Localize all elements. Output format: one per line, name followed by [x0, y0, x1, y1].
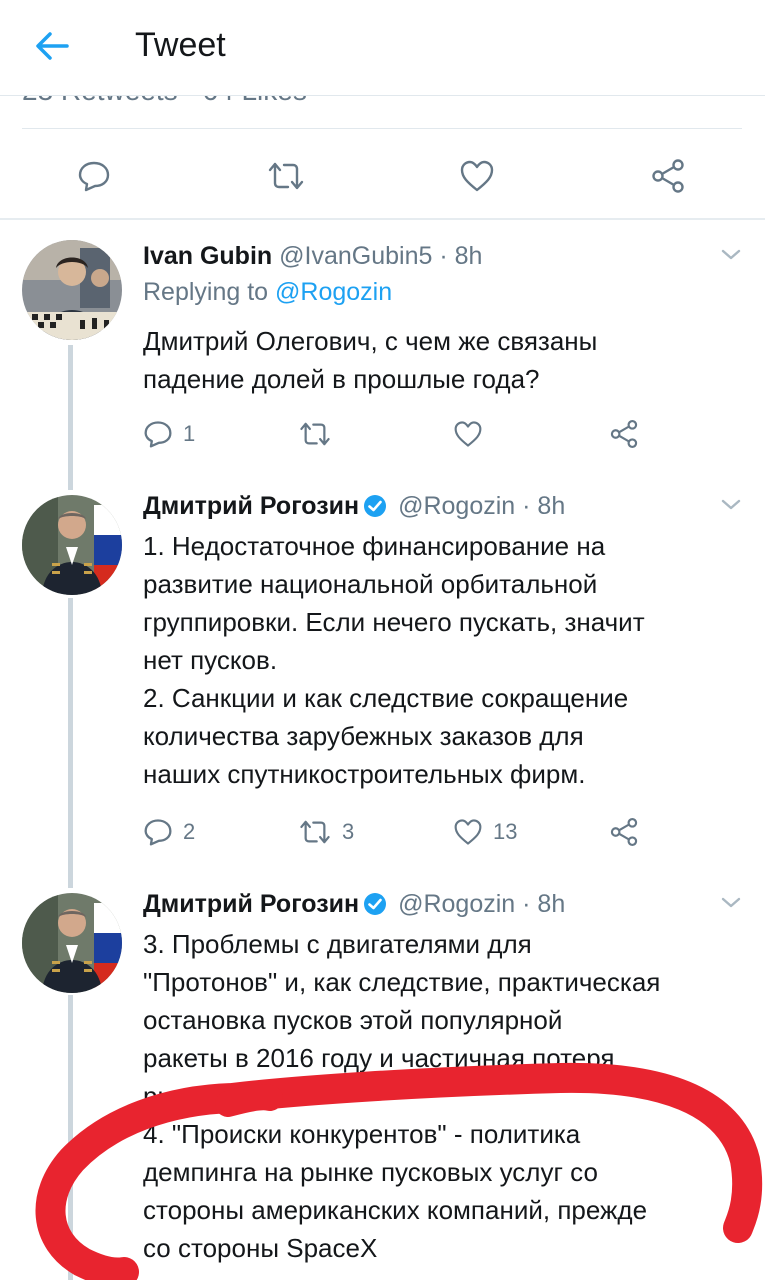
handle[interactable]: @IvanGubin5 — [279, 242, 432, 270]
like-button[interactable]: 13 — [453, 814, 517, 850]
reply-count: 2 — [183, 819, 196, 844]
tweet-text: 3. Проблемы с двигателями для "Протонов"… — [143, 925, 743, 1267]
divider — [22, 128, 742, 129]
reply-icon[interactable] — [68, 150, 120, 202]
tweet-text: 1. Недостаточное финансирование на разви… — [143, 527, 743, 793]
retweet-count: 3 — [342, 819, 355, 844]
tweet-text-line: 2. Санкции и как следствие сокращение — [143, 683, 629, 713]
replying-to: Replying to @Rogozin — [143, 278, 392, 307]
tweet-text-line: рынка. — [143, 1081, 225, 1111]
retweet-button[interactable] — [298, 416, 342, 452]
thread-line — [68, 345, 73, 490]
tweet-text-line: 1. Недостаточное финансирование на — [143, 531, 606, 561]
display-name[interactable]: Ivan Gubin — [143, 242, 272, 270]
like-icon[interactable] — [451, 150, 503, 202]
retweet-icon[interactable] — [260, 150, 312, 202]
tweet-text-line: остановка пусков этой популярной — [143, 1005, 563, 1035]
tweet-text-line: ракеты в 2016 году и частичная потеря — [143, 1043, 615, 1073]
main-tweet-actions — [0, 150, 765, 202]
top-bar: Tweet — [0, 0, 765, 96]
tweet-actions: 1 — [143, 416, 663, 452]
share-button[interactable] — [609, 416, 639, 452]
tweet-text-line: стороны американских компаний, прежде — [143, 1195, 648, 1225]
like-button[interactable] — [453, 416, 493, 452]
tweet-header: Ivan Gubin @IvanGubin5 · 8h — [143, 240, 482, 272]
tweet-header: Дмитрий Рогозин @Rogozin · 8h — [143, 888, 565, 924]
mention-link[interactable]: @Rogozin — [275, 278, 392, 306]
verified-badge-icon — [363, 892, 387, 924]
timestamp[interactable]: 8h — [537, 890, 565, 918]
tweet-text-line: группировки. Если нечего пускать, значит — [143, 607, 645, 637]
avatar[interactable] — [22, 893, 122, 993]
chevron-down-icon[interactable] — [719, 242, 743, 266]
separator: · — [522, 890, 531, 918]
separator: · — [439, 242, 448, 270]
handle[interactable]: @Rogozin — [398, 492, 515, 520]
back-arrow-icon[interactable] — [30, 24, 74, 68]
tweet-text-line: наших спутникостроительных фирм. — [143, 759, 586, 789]
tweet-text-line: 3. Проблемы с двигателями для — [143, 929, 532, 959]
tweet-text-line: "Протонов" и, как следствие, практическа… — [143, 967, 661, 997]
thread-line — [68, 995, 73, 1280]
reply-button[interactable]: 1 — [143, 416, 195, 452]
reply-count: 1 — [183, 421, 196, 446]
reply-button[interactable]: 2 — [143, 814, 195, 850]
timestamp[interactable]: 8h — [537, 492, 565, 520]
tweet-text-line: количества зарубежных заказов для — [143, 721, 584, 751]
chevron-down-icon[interactable] — [719, 492, 743, 516]
handle[interactable]: @Rogozin — [398, 890, 515, 918]
retweet-button[interactable]: 3 — [298, 814, 354, 850]
tweet-text-line: развитие национальной орбитальной — [143, 569, 598, 599]
tweet-text-line: со стороны SpaceX — [143, 1233, 378, 1263]
tweet-text: Дмитрий Олегович, с чем же связаны паден… — [143, 322, 743, 398]
thread-line — [68, 598, 73, 888]
share-button[interactable] — [609, 814, 639, 850]
tweet-text-line: 4. "Происки конкурентов" - политика — [143, 1119, 581, 1149]
tweet-actions: 2 3 13 — [143, 814, 663, 850]
tweet-text-line: Дмитрий Олегович, с чем же связаны — [143, 326, 598, 356]
tweet-text-line: падение долей в прошлые года? — [143, 364, 540, 394]
chevron-down-icon[interactable] — [719, 890, 743, 914]
share-icon[interactable] — [642, 150, 694, 202]
page-title: Tweet — [135, 26, 226, 64]
separator: · — [522, 492, 531, 520]
display-name[interactable]: Дмитрий Рогозин — [143, 492, 359, 520]
avatar[interactable] — [22, 240, 122, 340]
tweet-header: Дмитрий Рогозин @Rogozin · 8h — [143, 490, 565, 526]
like-count: 13 — [493, 819, 518, 844]
replying-prefix: Replying to — [143, 278, 276, 306]
timestamp[interactable]: 8h — [455, 242, 483, 270]
avatar[interactable] — [22, 495, 122, 595]
section-separator — [0, 218, 765, 220]
display-name[interactable]: Дмитрий Рогозин — [143, 890, 359, 918]
tweet-text-line: нет пусков. — [143, 645, 278, 675]
tweet-text-line: демпинга на рынке пусковых услуг со — [143, 1157, 598, 1187]
verified-badge-icon — [363, 494, 387, 526]
